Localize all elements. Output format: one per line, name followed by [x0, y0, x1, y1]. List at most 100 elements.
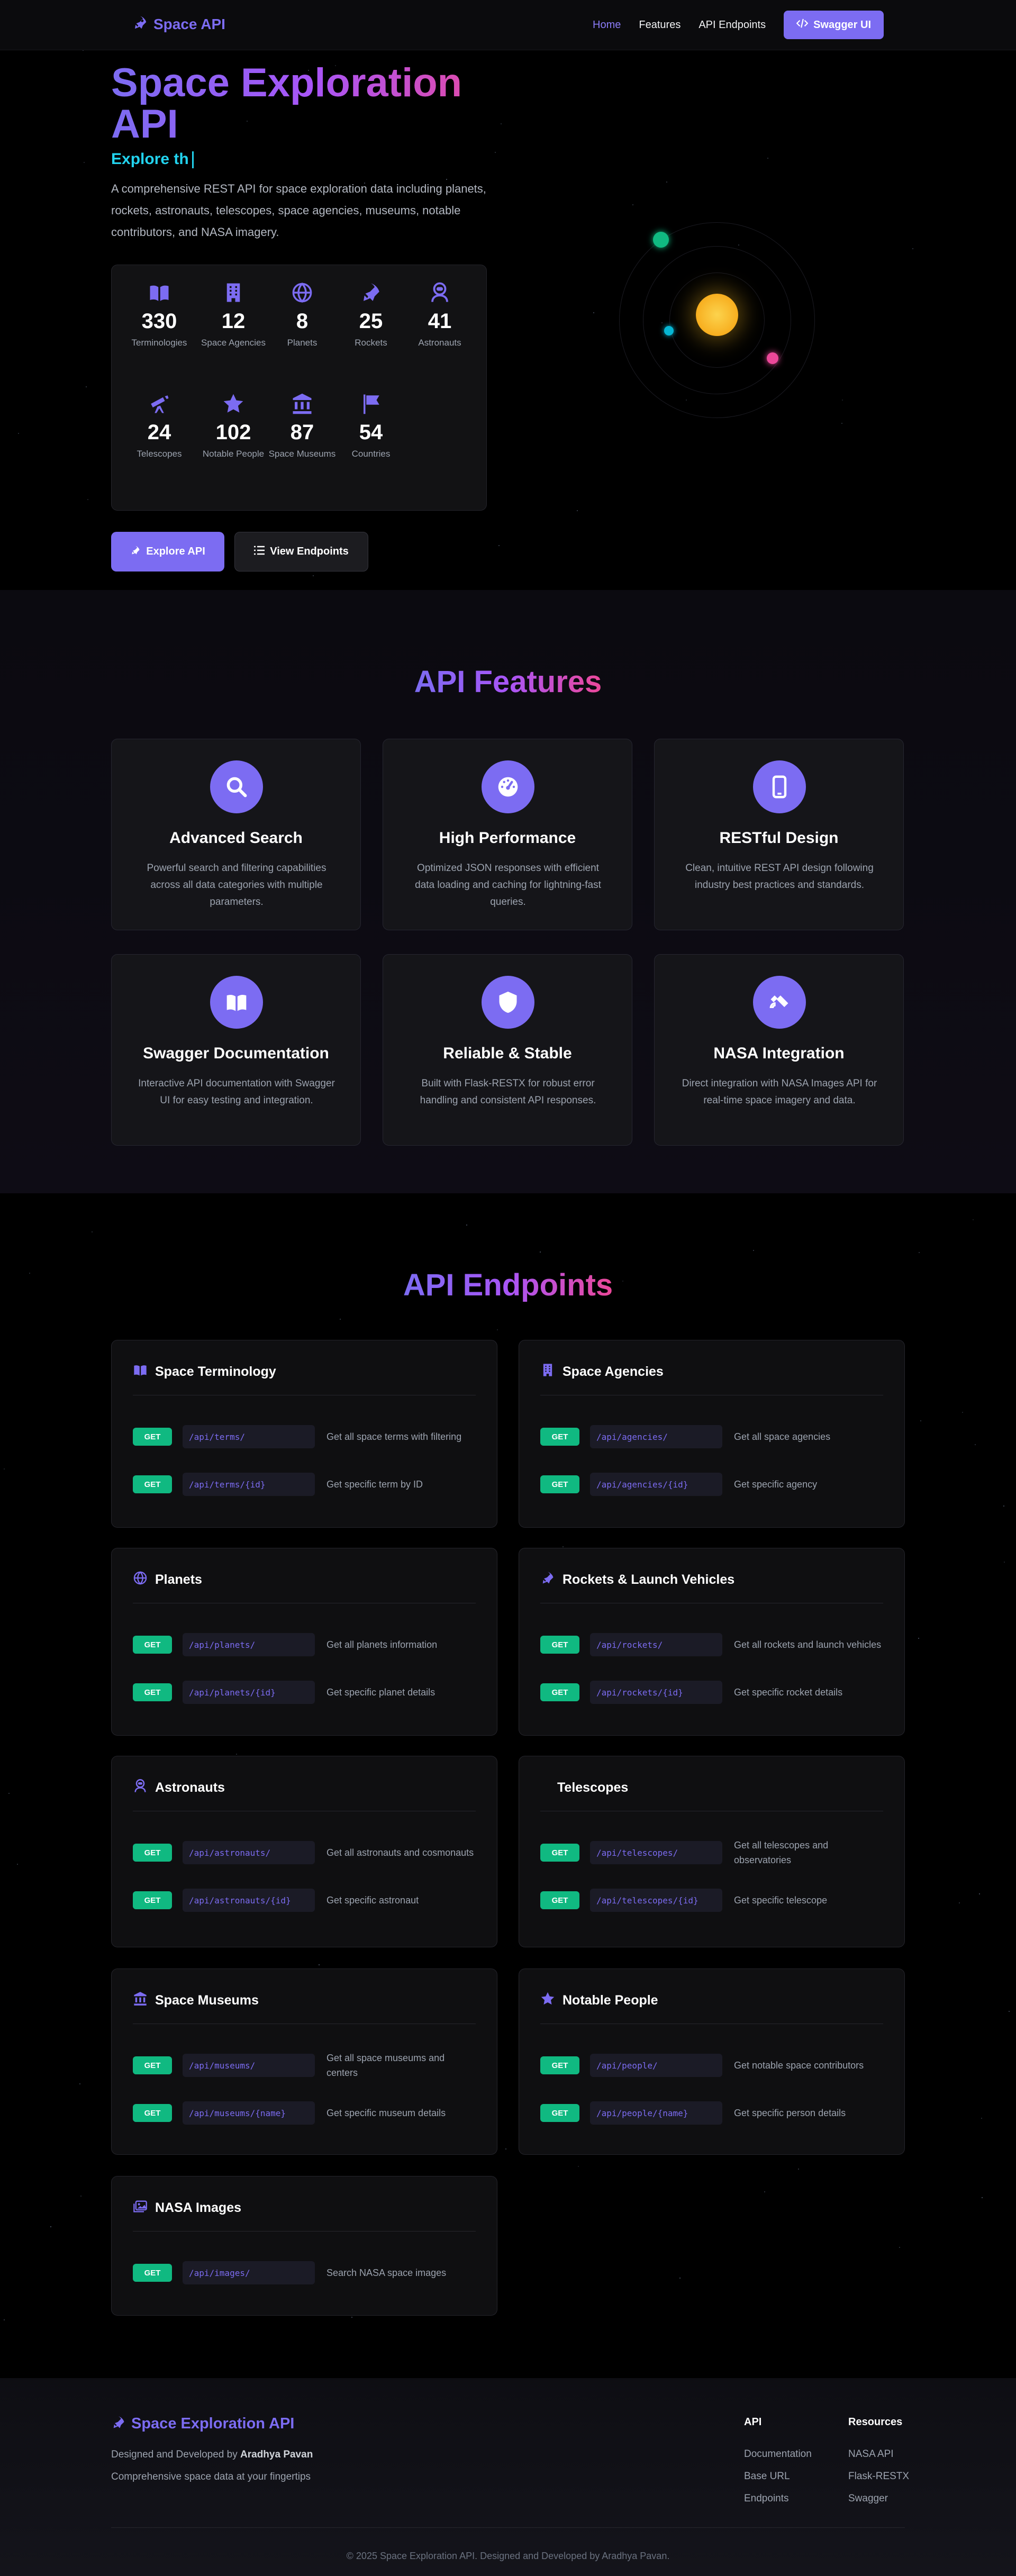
- endpoint-row[interactable]: GET /api/agencies/{id} Get specific agen…: [540, 1473, 882, 1496]
- rocket-icon: [337, 281, 405, 304]
- endpoint-description: Get all rockets and launch vehicles: [734, 1639, 882, 1650]
- star: [767, 158, 768, 159]
- footer-link-documentation[interactable]: Documentation: [744, 2443, 812, 2465]
- star: [86, 386, 87, 387]
- star-icon: [540, 1991, 555, 2009]
- endpoint-row[interactable]: GET /api/agencies/ Get all space agencie…: [540, 1425, 882, 1448]
- endpoint-row[interactable]: GET /api/rockets/ Get all rockets and la…: [540, 1633, 882, 1656]
- method-badge: GET: [133, 2264, 172, 2282]
- endpoint-row[interactable]: GET /api/museums/ Get all space museums …: [133, 2053, 475, 2078]
- view-endpoints-button[interactable]: View Endpoints: [234, 532, 368, 572]
- endpoint-description: Get specific rocket details: [734, 1687, 843, 1698]
- endpoint-card-header: Notable People: [540, 1991, 883, 2024]
- endpoint-path: /api/museums/: [183, 2054, 315, 2077]
- endpoint-row[interactable]: GET /api/telescopes/{id} Get specific te…: [540, 1889, 882, 1912]
- method-badge: GET: [133, 1636, 172, 1654]
- nav-link-features[interactable]: Features: [639, 19, 681, 31]
- endpoint-row[interactable]: GET /api/astronauts/{id} Get specific as…: [133, 1889, 475, 1912]
- rocket-icon: [132, 15, 148, 33]
- stat-countries: 54 Countries: [337, 392, 405, 462]
- museum-icon: [133, 1991, 148, 2009]
- astronaut-icon: [405, 281, 474, 304]
- star: [962, 1412, 963, 1413]
- star: [919, 1252, 920, 1253]
- footer: Space Exploration API Designed and Devel…: [0, 2378, 1016, 2576]
- endpoint-row[interactable]: GET /api/astronauts/ Get all astronauts …: [133, 1841, 475, 1864]
- endpoint-row[interactable]: GET /api/terms/ Get all space terms with…: [133, 1425, 475, 1448]
- endpoint-row[interactable]: GET /api/images/ Search NASA space image…: [133, 2261, 475, 2284]
- footer-copyright: © 2025 Space Exploration API. Designed a…: [346, 2551, 670, 2561]
- speedometer-icon: [482, 760, 534, 813]
- endpoint-description: Get specific person details: [734, 2108, 846, 2118]
- telescope-icon: [125, 392, 194, 415]
- endpoint-description: Get specific telescope: [734, 1895, 828, 1906]
- star: [236, 1754, 237, 1755]
- star: [918, 1638, 919, 1639]
- endpoint-row[interactable]: GET /api/people/{name} Get specific pers…: [540, 2101, 882, 2125]
- star: [841, 423, 842, 424]
- method-badge: GET: [540, 1475, 579, 1493]
- footer-col-api-title: API: [744, 2416, 762, 2428]
- brand-logo[interactable]: Space API: [132, 15, 225, 33]
- method-badge: GET: [540, 2056, 579, 2074]
- endpoint-row[interactable]: GET /api/rockets/{id} Get specific rocke…: [540, 1681, 882, 1704]
- endpoint-card-telescopes: Telescopes GET /api/telescopes/ Get all …: [519, 1756, 905, 1947]
- endpoint-row[interactable]: GET /api/terms/{id} Get specific term by…: [133, 1473, 475, 1496]
- endpoint-path: /api/museums/{name}: [183, 2101, 315, 2125]
- book-icon: [125, 281, 194, 304]
- endpoint-path: /api/images/: [183, 2261, 315, 2284]
- swagger-ui-label: Swagger UI: [813, 19, 871, 31]
- endpoint-path: /api/rockets/: [590, 1633, 722, 1656]
- endpoint-card-astronauts: Astronauts GET /api/astronauts/ Get all …: [111, 1756, 497, 1947]
- star: [1004, 1562, 1005, 1563]
- list-icon: [254, 546, 265, 558]
- footer-link-endpoints[interactable]: Endpoints: [744, 2488, 812, 2510]
- method-badge: GET: [540, 1428, 579, 1446]
- endpoint-card-notable-people: Notable People GET /api/people/ Get nota…: [519, 1969, 905, 2155]
- endpoint-card-space-agencies: Space Agencies GET /api/agencies/ Get al…: [519, 1340, 905, 1528]
- satellite-icon: [753, 976, 806, 1029]
- endpoint-row[interactable]: GET /api/people/ Get notable space contr…: [540, 2054, 882, 2077]
- stat-label: Telescopes: [137, 449, 182, 459]
- endpoint-row[interactable]: GET /api/telescopes/ Get all telescopes …: [540, 1840, 882, 1865]
- endpoint-path: /api/planets/{id}: [183, 1681, 315, 1704]
- nav-link-api-endpoints[interactable]: API Endpoints: [698, 19, 766, 31]
- swagger-ui-button[interactable]: Swagger UI: [784, 11, 884, 39]
- star: [1003, 1505, 1004, 1507]
- endpoint-card-nasa-images: NASA Images GET /api/images/ Search NASA…: [111, 2176, 497, 2316]
- solar-system-illustration: [619, 222, 815, 418]
- feature-title: Swagger Documentation: [143, 1045, 329, 1062]
- endpoint-row[interactable]: GET /api/planets/{id} Get specific plane…: [133, 1681, 475, 1704]
- nav-link-home[interactable]: Home: [593, 19, 621, 31]
- star: [577, 510, 578, 511]
- method-badge: GET: [133, 1683, 172, 1701]
- footer-link-nasa-api[interactable]: NASA API: [848, 2443, 909, 2465]
- star: [540, 1251, 541, 1253]
- feature-description: Optimized JSON responses with efficient …: [415, 863, 601, 908]
- star: [498, 545, 500, 546]
- stat-value: 41: [428, 310, 452, 333]
- stat-value: 54: [359, 421, 383, 444]
- star: [764, 2191, 765, 2192]
- stat-value: 12: [221, 310, 246, 333]
- footer-link-flask-restx[interactable]: Flask-RESTX: [848, 2465, 909, 2488]
- stat-astronauts: 41 Astronauts: [405, 281, 474, 351]
- stat-label: Terminologies: [131, 338, 187, 348]
- footer-divider: [111, 2527, 905, 2528]
- footer-link-base-url[interactable]: Base URL: [744, 2465, 812, 2488]
- endpoint-row[interactable]: GET /api/museums/{name} Get specific mus…: [133, 2101, 475, 2125]
- globe-icon: [133, 1571, 148, 1588]
- nav-links: Home Features API Endpoints Swagger UI: [593, 11, 884, 39]
- method-badge: GET: [540, 1891, 579, 1909]
- feature-card-advanced-search: Advanced Search Powerful search and filt…: [111, 739, 361, 930]
- book-icon: [210, 976, 263, 1029]
- star: [593, 312, 594, 313]
- endpoint-card-rockets-launch-vehicles: Rockets & Launch Vehicles GET /api/rocke…: [519, 1548, 905, 1736]
- star: [17, 1864, 18, 1865]
- explore-api-button[interactable]: Explore API: [111, 532, 224, 572]
- book-icon: [133, 1363, 148, 1380]
- museum-icon: [268, 392, 337, 415]
- footer-link-swagger[interactable]: Swagger: [848, 2488, 909, 2510]
- endpoint-row[interactable]: GET /api/planets/ Get all planets inform…: [133, 1633, 475, 1656]
- planet-pink: [767, 352, 778, 364]
